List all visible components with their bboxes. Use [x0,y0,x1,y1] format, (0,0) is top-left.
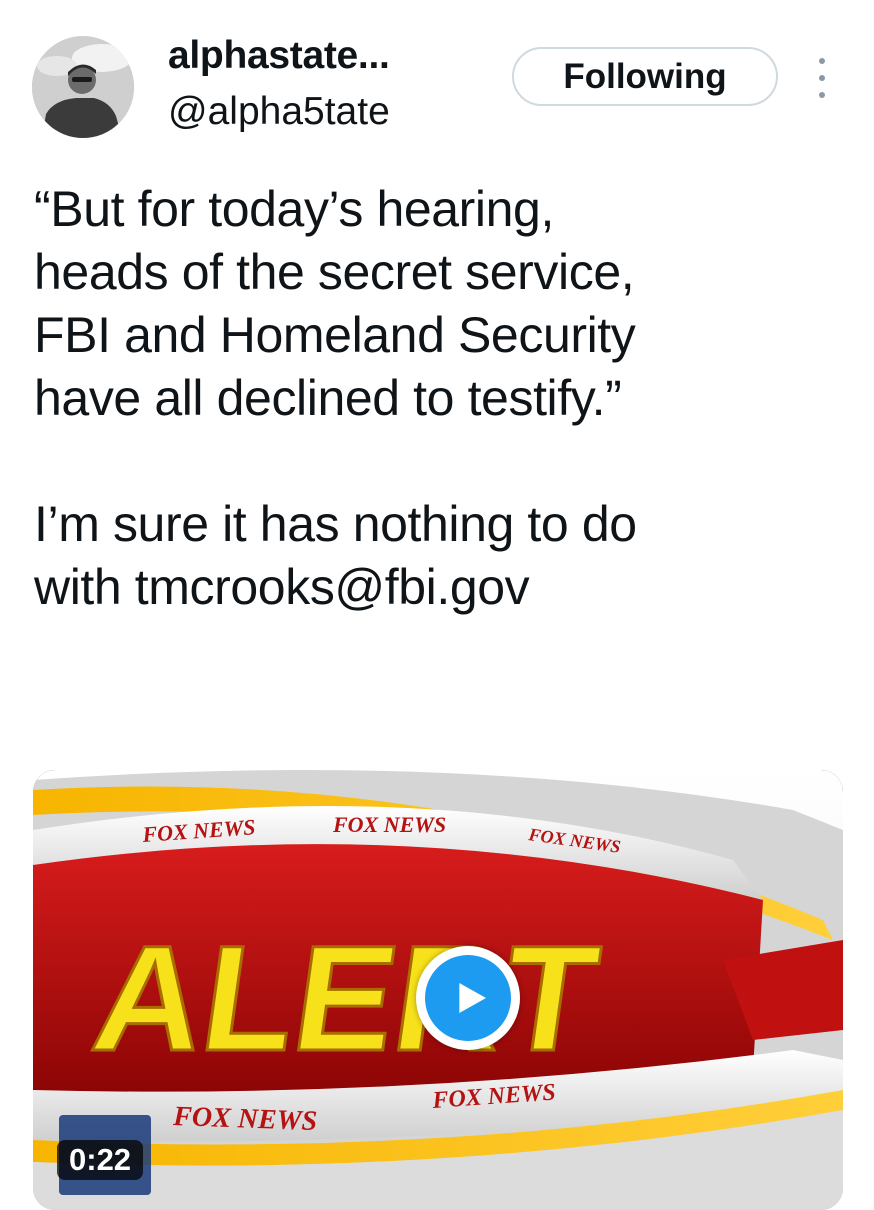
play-icon [425,955,511,1041]
more-vertical-icon[interactable] [812,58,832,98]
author-handle[interactable]: @alpha5tate [168,90,390,134]
brand-text: FOX NEWS [172,1101,318,1137]
video-duration: 0:22 [57,1140,144,1180]
following-button[interactable]: Following [512,47,778,106]
tweet-paragraph: I’m sure it has nothing to do with tmcro… [34,496,637,615]
avatar[interactable] [32,36,134,138]
brand-text: FOX NEWS [332,812,446,837]
tweet-text: “But for today’s hearing, heads of the s… [34,178,834,619]
play-button[interactable] [416,946,520,1050]
tweet-header: alphastate... @alpha5tate Following [0,0,874,160]
alert-headline: ALERT [84,915,607,1082]
author-display-name[interactable]: alphastate... [168,34,390,78]
profile-photo [32,36,134,138]
tweet-paragraph: “But for today’s hearing, heads of the s… [34,181,636,426]
video-player[interactable]: FOX NEWS FOX NEWS FOX NEWS ALERT FOX NEW… [33,770,843,1210]
